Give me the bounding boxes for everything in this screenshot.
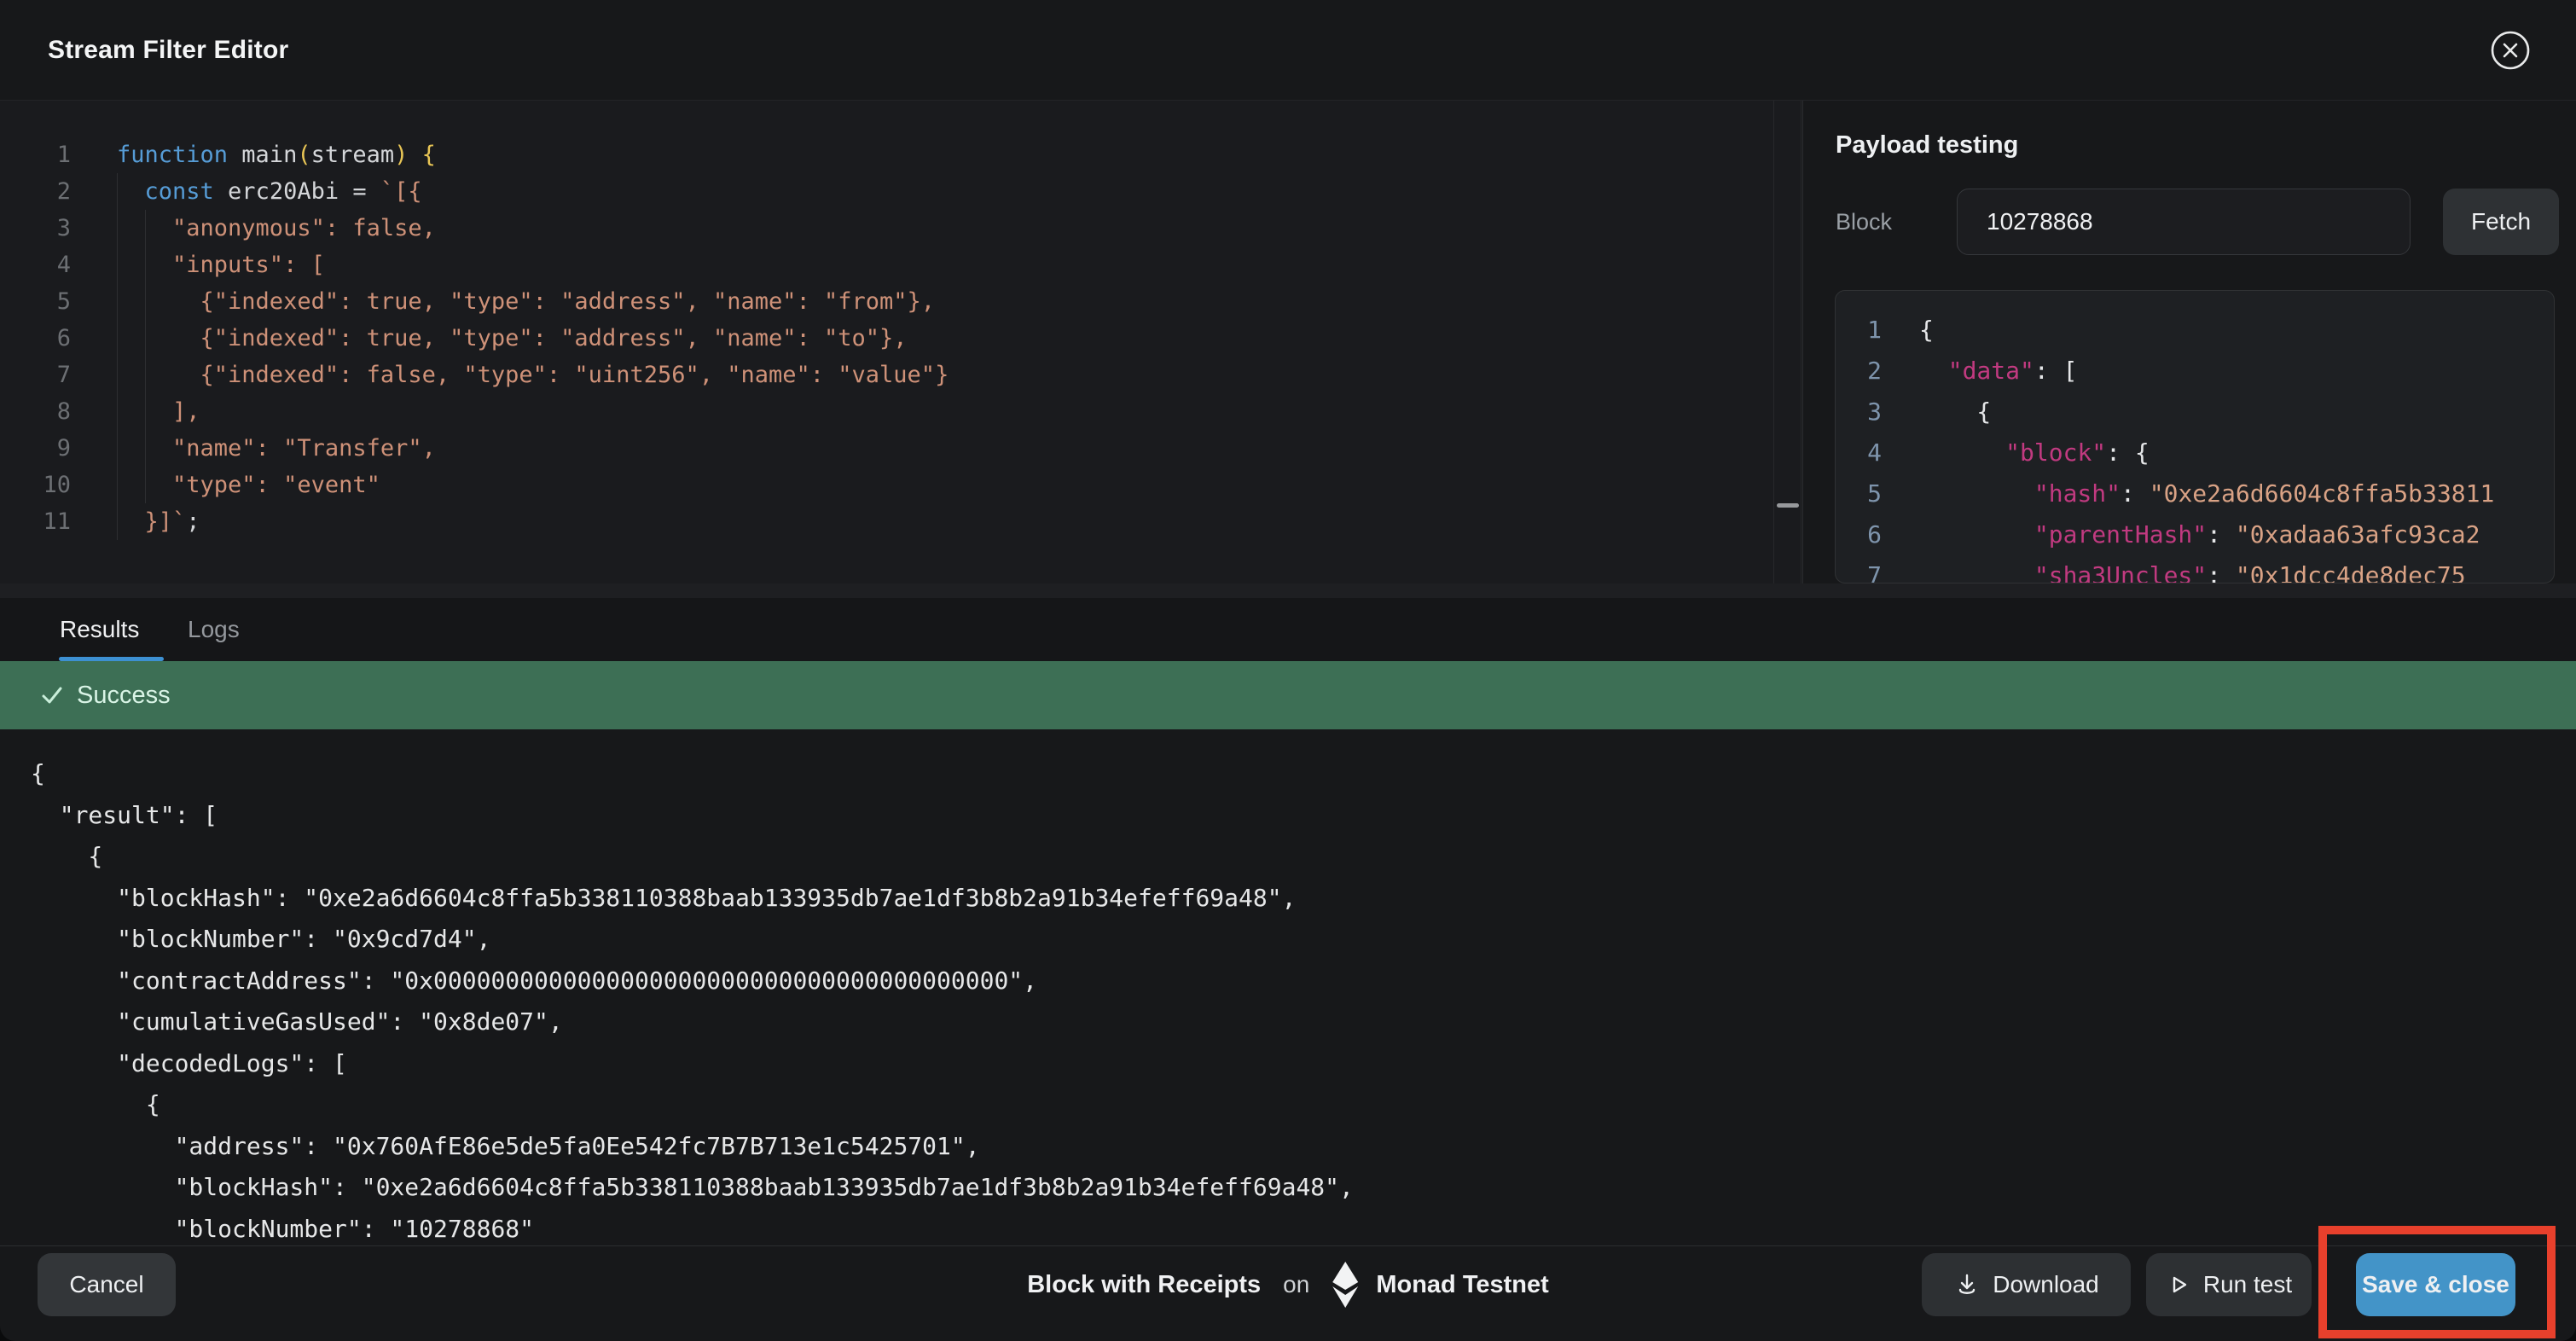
page-title: Stream Filter Editor — [48, 36, 288, 65]
check-icon — [39, 682, 65, 708]
output-line: "blockNumber": "10278868" — [31, 1209, 2576, 1246]
panel-title: Payload testing — [1836, 131, 2576, 160]
editor-code-lines: 1function main(stream) {2 const erc20Abi… — [0, 101, 1773, 540]
tab-results[interactable]: Results — [60, 598, 139, 661]
editor-scrollbar-handle[interactable] — [1777, 503, 1799, 508]
run-test-label: Run test — [2203, 1271, 2292, 1298]
code-line: 2 "data": [ — [1836, 351, 2554, 392]
code-line: 7 {"indexed": false, "type": "uint256", … — [0, 357, 1773, 393]
code-line: 4 "inputs": [ — [0, 247, 1773, 283]
dialog-header: Stream Filter Editor — [0, 0, 2576, 101]
output-line: { — [31, 836, 2576, 878]
output-line: "cumulativeGasUsed": "0x8de07", — [31, 1001, 2576, 1043]
network-label: Monad Testnet — [1376, 1271, 1548, 1299]
code-line: 4 "block": { — [1836, 432, 2554, 473]
code-line: 2 const erc20Abi = `[{ — [0, 173, 1773, 210]
status-label: Success — [77, 682, 171, 710]
payload-preview-lines: 1{2 "data": [3 {4 "block": {5 "hash": "0… — [1836, 291, 2554, 583]
tabs-bar: Results Logs — [0, 598, 2576, 661]
stream-filter-editor-dialog: Stream Filter Editor 1function main(stre… — [0, 0, 2576, 1341]
code-editor[interactable]: 1function main(stream) {2 const erc20Abi… — [0, 101, 1773, 583]
fetch-button[interactable]: Fetch — [2443, 189, 2559, 255]
block-label: Block — [1836, 209, 1957, 235]
play-icon — [2166, 1272, 2191, 1297]
download-button[interactable]: Download — [1922, 1253, 2131, 1316]
output-line: "contractAddress": "0x000000000000000000… — [31, 961, 2576, 1002]
code-line: 11 }]`; — [0, 503, 1773, 540]
code-line: 3 { — [1836, 392, 2554, 432]
download-icon — [1953, 1271, 1981, 1298]
code-line: 7 "sha3Uncles": "0x1dcc4de8dec75 — [1836, 555, 2554, 583]
code-line: 1{ — [1836, 310, 2554, 351]
output-line: "blockNumber": "0x9cd7d4", — [31, 919, 2576, 961]
stream-type-label: Block with Receipts — [1027, 1271, 1261, 1299]
code-line: 5 "hash": "0xe2a6d6604c8ffa5b33811 — [1836, 473, 2554, 514]
output-line: "blockHash": "0xe2a6d6604c8ffa5b33811038… — [31, 878, 2576, 920]
block-number-input[interactable] — [1957, 189, 2411, 255]
editor-scrollbar-track[interactable] — [1773, 101, 1801, 583]
code-line: 8 ], — [0, 393, 1773, 430]
payload-testing-panel: Payload testing Block Fetch 1{2 "data": … — [1802, 101, 2576, 583]
code-line: 6 {"indexed": true, "type": "address", "… — [0, 320, 1773, 357]
output-line: "address": "0x760AfE86e5de5fa0Ee542fc7B7… — [31, 1126, 2576, 1168]
status-banner: Success — [0, 661, 2576, 729]
code-line: 6 "parentHash": "0xadaa63afc93ca2 — [1836, 514, 2554, 555]
output-line: { — [31, 753, 2576, 795]
main-row: 1function main(stream) {2 const erc20Abi… — [0, 101, 2576, 583]
code-line: 10 "type": "event" — [0, 467, 1773, 503]
code-line: 9 "name": "Transfer", — [0, 430, 1773, 467]
output-line: "blockHash": "0xe2a6d6604c8ffa5b33811038… — [31, 1167, 2576, 1209]
footer-bar: Cancel Block with Receipts on Monad Test… — [0, 1245, 2576, 1341]
tab-logs[interactable]: Logs — [188, 598, 240, 661]
divider — [0, 583, 2576, 598]
close-button[interactable] — [2489, 29, 2532, 72]
save-close-button[interactable]: Save & close — [2356, 1253, 2515, 1316]
output-line: "result": [ — [31, 795, 2576, 837]
download-label: Download — [1993, 1271, 2099, 1298]
stream-info: Block with Receipts on Monad Testnet — [1027, 1253, 1549, 1316]
code-line: 5 {"indexed": true, "type": "address", "… — [0, 283, 1773, 320]
code-line: 3 "anonymous": false, — [0, 210, 1773, 247]
ethereum-icon — [1328, 1259, 1362, 1310]
run-test-button[interactable]: Run test — [2146, 1253, 2312, 1316]
payload-preview[interactable]: 1{2 "data": [3 {4 "block": {5 "hash": "0… — [1835, 290, 2555, 583]
results-output[interactable]: { "result": [ { "blockHash": "0xe2a6d660… — [0, 729, 2576, 1245]
cancel-button[interactable]: Cancel — [38, 1253, 176, 1316]
on-label: on — [1283, 1271, 1309, 1298]
code-line: 1function main(stream) { — [0, 136, 1773, 173]
output-line: "decodedLogs": [ — [31, 1043, 2576, 1085]
close-icon — [2489, 29, 2532, 72]
output-line: { — [31, 1084, 2576, 1126]
block-row: Block Fetch — [1836, 189, 2559, 255]
